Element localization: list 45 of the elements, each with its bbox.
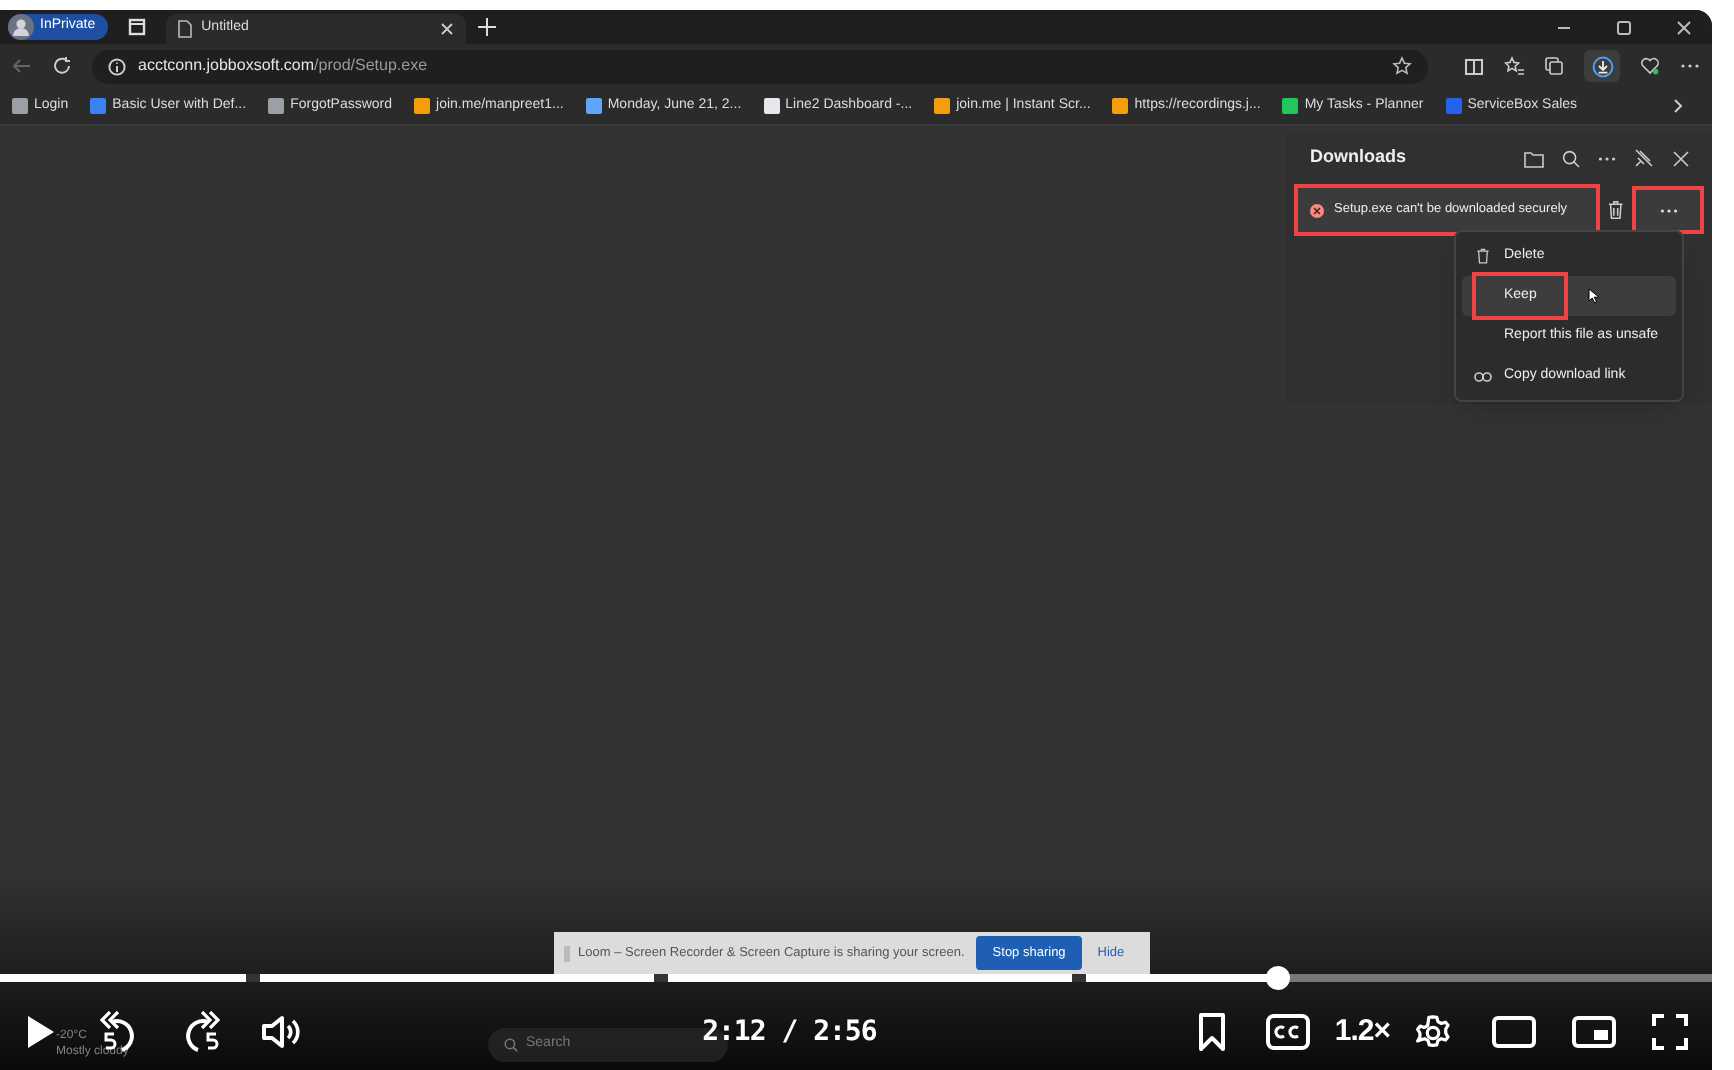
error-icon — [1310, 203, 1324, 217]
download-icon — [1591, 55, 1613, 77]
favorite-star-icon[interactable] — [1392, 56, 1412, 76]
more-icon[interactable] — [1680, 62, 1700, 70]
playback-speed-button[interactable]: 1.2× — [1334, 1009, 1390, 1055]
close-icon[interactable] — [1672, 149, 1690, 167]
heart-icon[interactable] — [1640, 56, 1660, 76]
bookmark-icon[interactable] — [1198, 1012, 1227, 1052]
captions-icon[interactable] — [1266, 1014, 1311, 1050]
grip-icon — [564, 945, 570, 961]
address-bar[interactable]: acctconn.jobboxsoft.com/prod/Setup.exe — [92, 49, 1428, 83]
new-tab-icon[interactable] — [477, 18, 496, 36]
link-icon — [1473, 371, 1491, 381]
split-screen-icon[interactable] — [1464, 57, 1484, 75]
folder-icon[interactable] — [1524, 149, 1544, 167]
unpin-icon[interactable] — [1634, 148, 1654, 168]
restore-icon[interactable] — [1616, 19, 1632, 35]
panel-title: Downloads — [1310, 144, 1407, 171]
fullscreen-icon[interactable] — [1652, 1014, 1688, 1050]
volume-icon[interactable] — [260, 1014, 300, 1050]
cursor-icon — [1588, 288, 1601, 304]
tab-actions-icon[interactable] — [127, 18, 146, 36]
favorites-icon[interactable] — [1504, 56, 1524, 76]
theater-mode-icon[interactable] — [1492, 1016, 1536, 1048]
play-icon[interactable] — [24, 1014, 56, 1050]
refresh-icon[interactable] — [52, 56, 72, 76]
close-tab-icon[interactable] — [439, 22, 454, 36]
back-icon[interactable] — [12, 58, 32, 74]
downloads-button[interactable] — [1584, 50, 1620, 82]
miniplayer-icon[interactable] — [1572, 1016, 1616, 1048]
forward-5-icon[interactable] — [180, 1010, 220, 1054]
trash-icon[interactable] — [1608, 200, 1625, 220]
close-icon[interactable] — [1676, 19, 1692, 35]
collections-icon[interactable] — [1544, 56, 1564, 76]
search-icon[interactable] — [1562, 149, 1580, 167]
settings-icon[interactable] — [1414, 1013, 1452, 1051]
trash-icon — [1475, 248, 1489, 264]
url-text: acctconn.jobboxsoft.com/prod/Setup.exe — [138, 54, 428, 78]
chevron-right-icon[interactable] — [1672, 98, 1684, 114]
more-icon[interactable] — [1598, 155, 1616, 161]
search-icon — [504, 1038, 518, 1052]
more-icon — [1659, 207, 1678, 213]
avatar-icon — [8, 14, 34, 40]
page-icon — [177, 20, 192, 38]
info-icon — [108, 57, 126, 75]
